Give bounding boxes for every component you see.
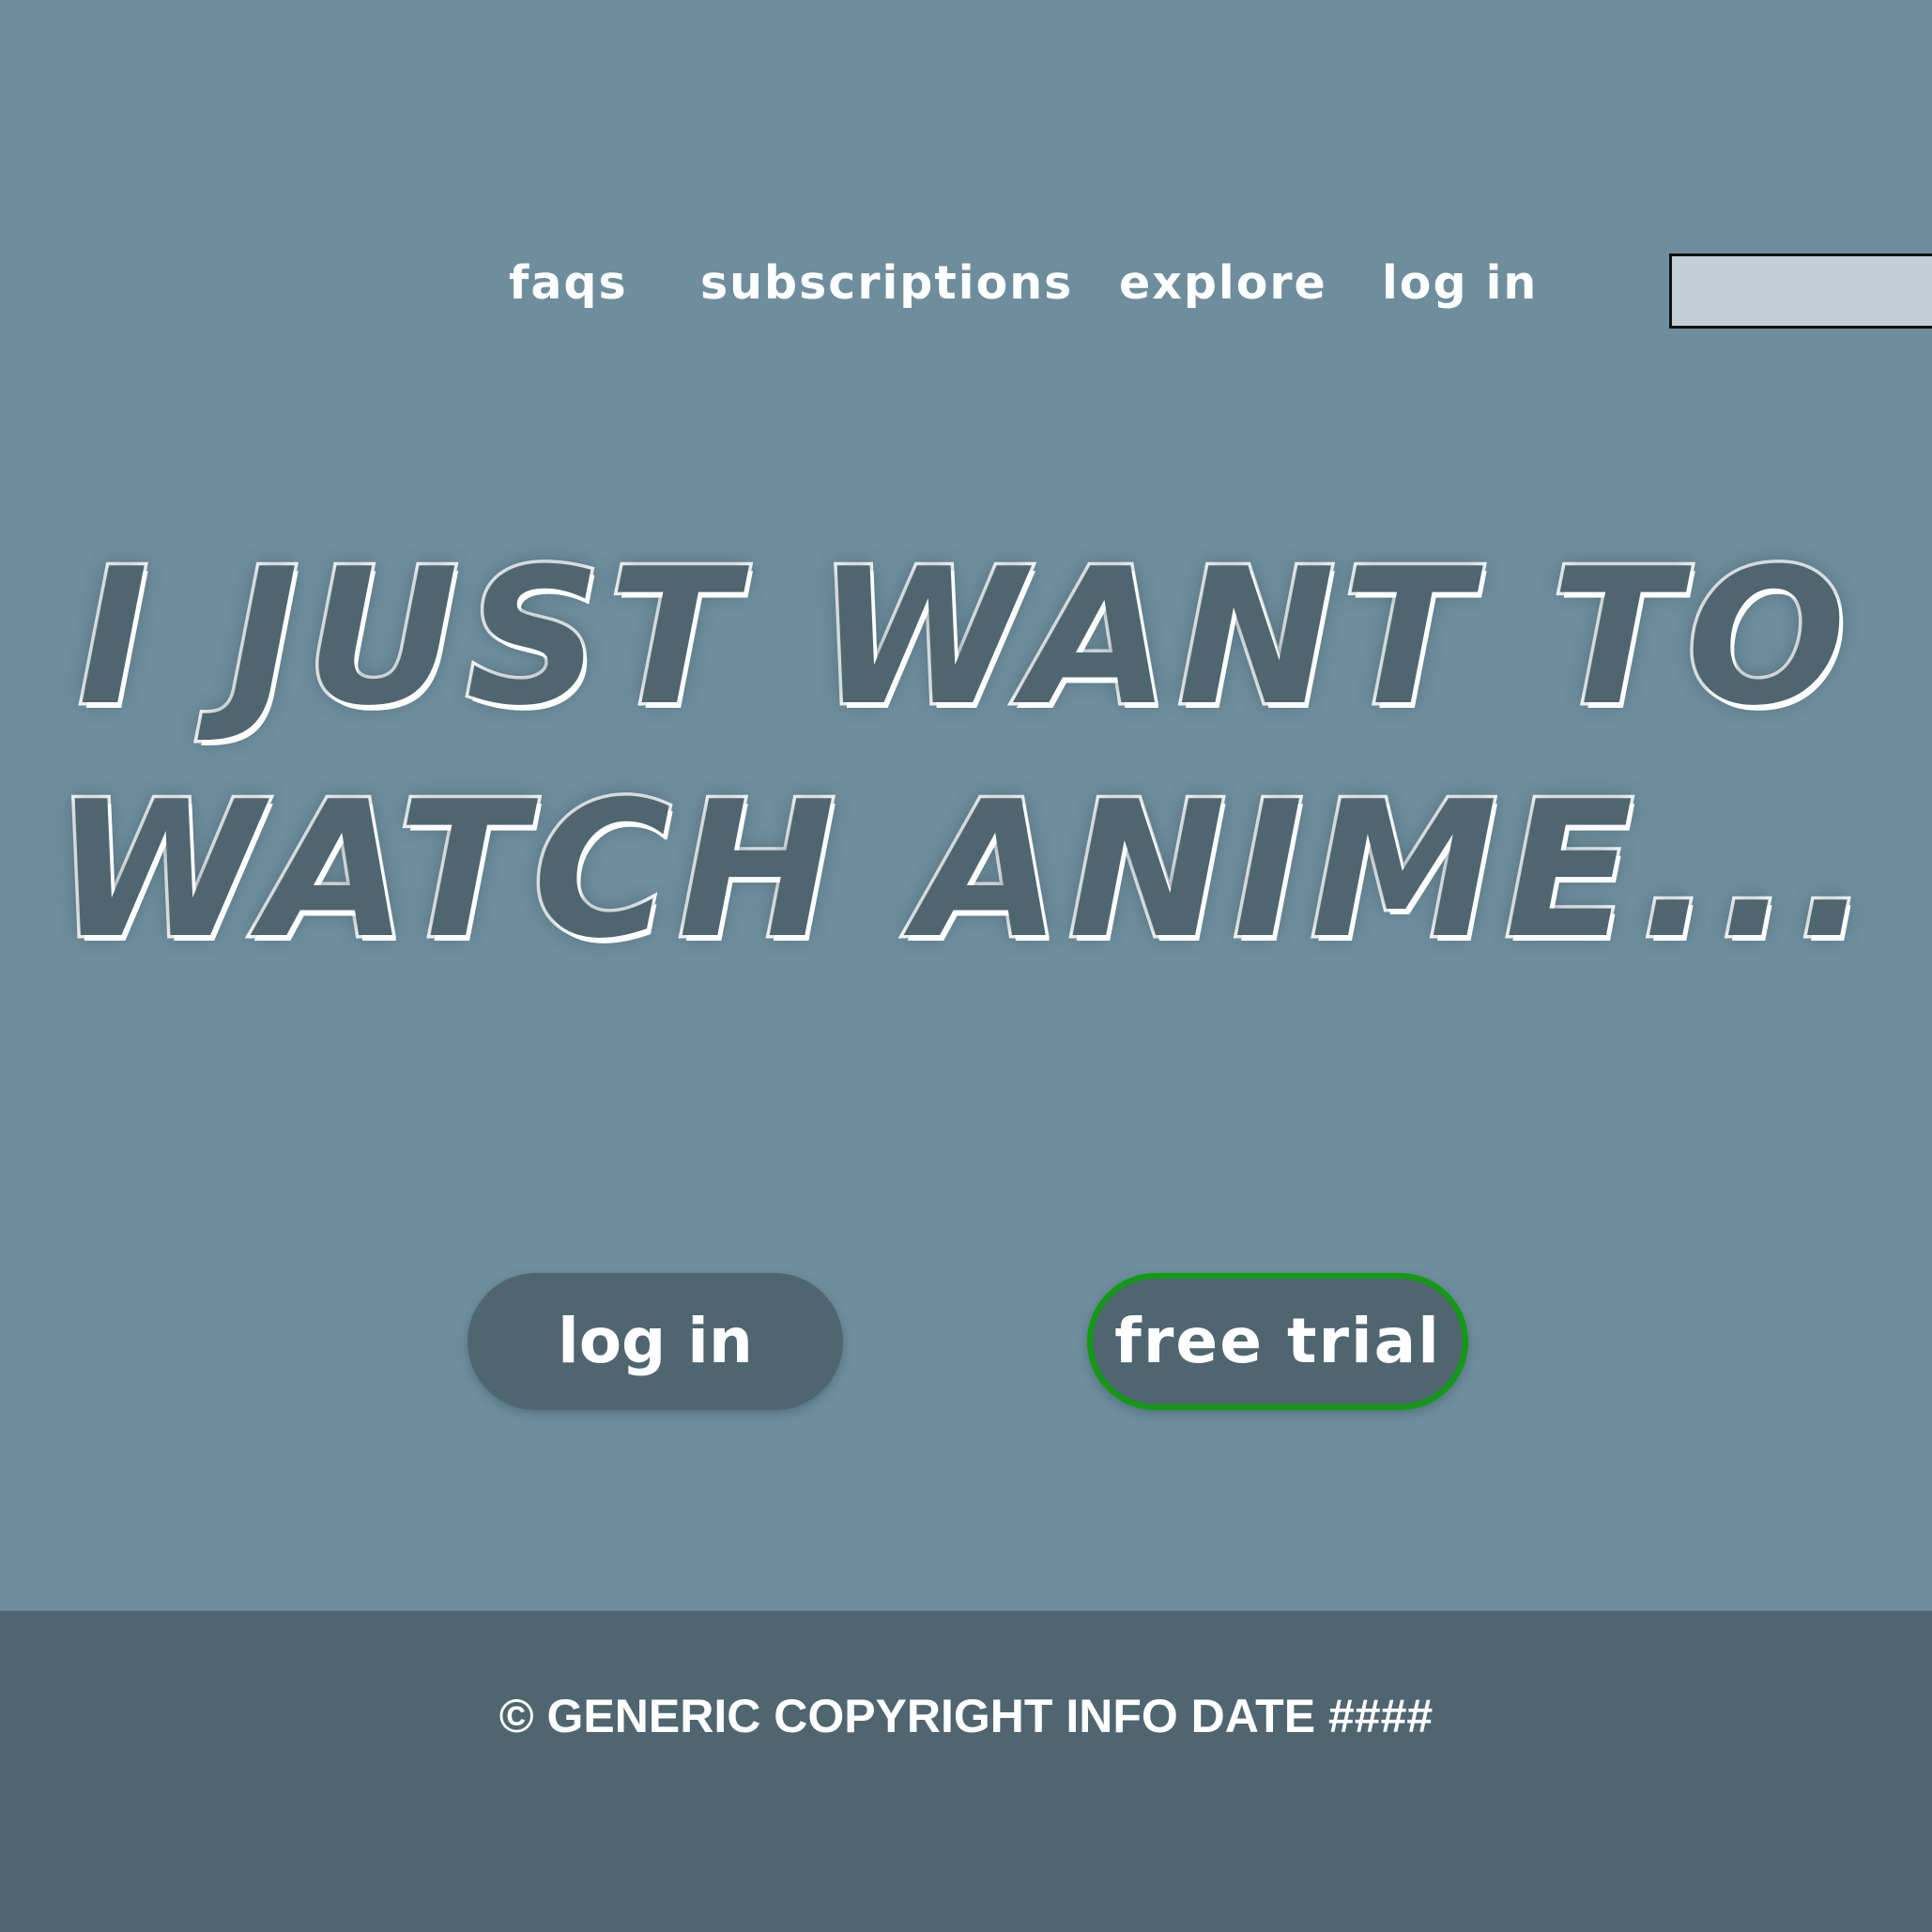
hero-title-line-1: I JUST WANT TO [75, 526, 1854, 751]
nav-link-subscriptions[interactable]: subscriptions [700, 246, 1073, 321]
top-navigation: faqs subscriptions explore log in [0, 246, 1932, 321]
copyright-text: © GENERIC COPYRIGHT INFO DATE #### [498, 1690, 1434, 1742]
search-input[interactable] [1669, 253, 1932, 329]
nav-link-faqs[interactable]: faqs [509, 246, 628, 321]
log-in-button[interactable]: log in [468, 1273, 843, 1410]
hero-title-line-2: WATCH ANIME... [52, 759, 1878, 984]
footer: © GENERIC COPYRIGHT INFO DATE #### [0, 1611, 1932, 1932]
nav-link-log-in[interactable]: log in [1382, 246, 1538, 321]
nav-link-explore[interactable]: explore [1119, 246, 1327, 321]
hero-section: I JUST WANT TO WATCH ANIME... [0, 526, 1932, 1014]
free-trial-button[interactable]: free trial [1087, 1273, 1468, 1410]
